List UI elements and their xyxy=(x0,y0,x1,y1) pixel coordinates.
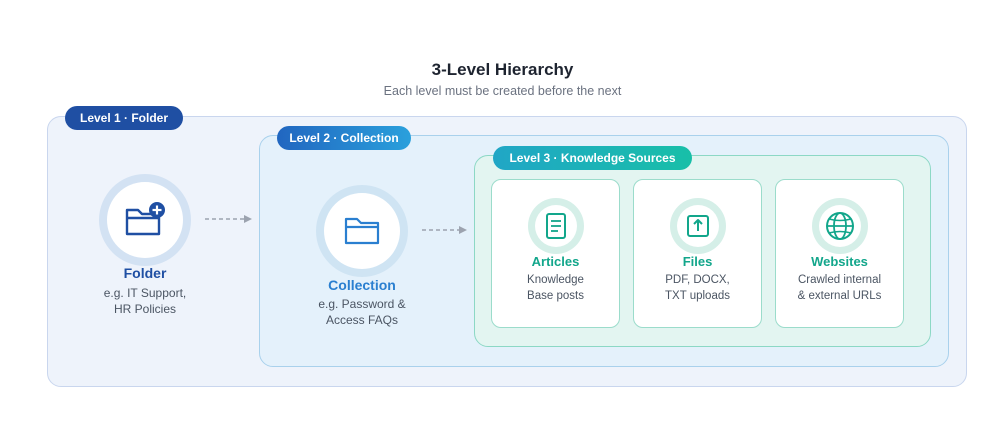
source-description: Crawled internal & external URLs xyxy=(797,274,882,302)
diagram-title: 3-Level Hierarchy xyxy=(431,60,574,79)
collection-node xyxy=(316,185,408,277)
upload-icon xyxy=(687,215,709,237)
folder-description: e.g. IT Support, HR Policies xyxy=(103,286,187,316)
diagram-subtitle: Each level must be created before the ne… xyxy=(383,84,622,98)
folder-node xyxy=(99,174,191,266)
source-description: PDF, DOCX, TXT uploads xyxy=(665,274,730,302)
source-card-articles: Articles Knowledge Base posts xyxy=(491,179,620,328)
collection-description: e.g. Password & Access FAQs xyxy=(318,297,406,327)
level-1-badge: Level 1 · Folder xyxy=(65,106,183,130)
source-label: Files xyxy=(682,254,713,269)
source-label: Websites xyxy=(811,254,868,269)
level-2-badge: Level 2 · Collection xyxy=(277,126,411,150)
arrow-folder-to-collection xyxy=(205,215,252,223)
source-card-websites: Websites Crawled internal & external URL… xyxy=(775,179,904,328)
document-icon xyxy=(546,213,566,239)
source-description: Knowledge Base posts xyxy=(527,274,584,302)
globe-icon xyxy=(826,212,854,240)
collection-label: Collection xyxy=(328,277,396,293)
source-label: Articles xyxy=(531,254,580,269)
source-card-files: Files PDF, DOCX, TXT uploads xyxy=(633,179,762,328)
folder-open-icon xyxy=(344,217,380,245)
folder-plus-icon xyxy=(125,202,165,236)
arrow-collection-to-sources xyxy=(422,226,467,234)
level-3-badge: Level 3 · Knowledge Sources xyxy=(493,146,692,170)
folder-label: Folder xyxy=(123,265,167,281)
